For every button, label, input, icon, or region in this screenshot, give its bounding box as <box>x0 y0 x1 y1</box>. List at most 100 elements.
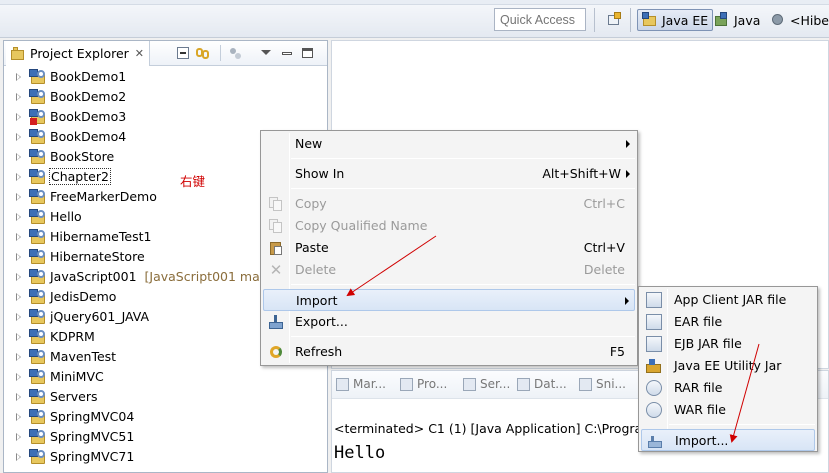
expand-arrow-icon[interactable] <box>16 293 21 301</box>
perspective-hibernate[interactable]: <Hiber <box>770 9 829 31</box>
project-tree-item[interactable]: SpringMVC04 <box>4 407 327 427</box>
project-name: BookDemo4 <box>50 129 127 144</box>
minimize-icon[interactable] <box>279 45 295 61</box>
project-tree-item[interactable]: Servers <box>4 387 327 407</box>
project-tree-item[interactable]: BookDemo1 <box>4 67 327 87</box>
expand-arrow-icon[interactable] <box>16 213 21 221</box>
context-menu: New Show In Alt+Shift+W Copy Ctrl+C Copy… <box>260 130 638 366</box>
tab-properties[interactable]: Pro... <box>400 377 447 391</box>
submenu-item-app-client-jar[interactable]: App Client JAR file <box>641 289 815 311</box>
tab-label: Dat... <box>534 377 567 391</box>
ejb-jar-file-icon <box>646 336 662 352</box>
hibernate-perspective-icon <box>770 12 786 28</box>
expand-arrow-icon[interactable] <box>16 73 21 81</box>
expand-arrow-icon[interactable] <box>16 253 21 261</box>
menu-item-refresh[interactable]: Refresh F5 <box>263 341 635 363</box>
expand-arrow-icon[interactable] <box>16 313 21 321</box>
java-ee-utility-jar-icon <box>646 358 662 374</box>
tab-servers[interactable]: Ser... <box>463 377 510 391</box>
menu-item-show-in[interactable]: Show In Alt+Shift+W <box>263 163 635 185</box>
project-icon <box>29 309 46 325</box>
project-tree-item[interactable]: MiniMVC <box>4 367 327 387</box>
link-with-editor-icon[interactable] <box>195 45 211 61</box>
expand-arrow-icon[interactable] <box>16 273 21 281</box>
menu-item-accelerator: Alt+Shift+W <box>542 166 621 181</box>
close-icon[interactable]: ✕ <box>135 47 144 60</box>
tab-label: Pro... <box>417 377 448 391</box>
submenu-arrow-icon <box>626 140 630 148</box>
expand-arrow-icon[interactable] <box>16 433 21 441</box>
submenu-item-war-file[interactable]: WAR file <box>641 399 815 421</box>
project-icon <box>29 209 46 225</box>
project-label: jQuery601_JAVA <box>50 309 149 324</box>
project-label: BookDemo3 <box>50 109 126 124</box>
project-icon <box>29 129 46 145</box>
project-tree-item[interactable]: BookDemo2 <box>4 87 327 107</box>
perspective-java-ee[interactable]: Java EE <box>637 9 714 31</box>
quick-access-input[interactable] <box>494 8 586 31</box>
collapse-all-icon[interactable] <box>175 45 191 61</box>
project-tree-item[interactable]: SpringMVC71 <box>4 447 327 467</box>
toolbar-separator <box>594 8 595 32</box>
menu-item-copy[interactable]: Copy Ctrl+C <box>263 193 635 215</box>
project-tree-item[interactable]: SpringMVC51 <box>4 427 327 447</box>
submenu-item-rar-file[interactable]: RAR file <box>641 377 815 399</box>
tab-label: Mar... <box>353 377 386 391</box>
submenu-item-import-wizard[interactable]: Import... <box>641 429 815 451</box>
menu-item-label: Delete <box>295 262 337 277</box>
open-perspective-icon <box>606 12 622 28</box>
project-tree-item[interactable]: BookDemo3 <box>4 107 327 127</box>
submenu-item-ear-file[interactable]: EAR file <box>641 311 815 333</box>
project-label: Chapter2 <box>49 168 111 185</box>
expand-arrow-icon[interactable] <box>16 173 21 181</box>
project-explorer-header: Project Explorer ✕ <box>4 41 327 66</box>
project-name: jQuery601_JAVA <box>50 309 150 324</box>
project-icon <box>29 189 46 205</box>
expand-arrow-icon[interactable] <box>16 353 21 361</box>
submenu-item-java-ee-utility-jar[interactable]: Java EE Utility Jar <box>641 355 815 377</box>
menu-item-import[interactable]: Import <box>263 289 635 311</box>
menu-item-new[interactable]: New <box>263 133 635 155</box>
expand-arrow-icon[interactable] <box>16 93 21 101</box>
expand-arrow-icon[interactable] <box>16 233 21 241</box>
expand-arrow-icon[interactable] <box>16 333 21 341</box>
project-label: SpringMVC04 <box>50 409 134 424</box>
project-icon <box>29 369 46 385</box>
expand-arrow-icon[interactable] <box>16 133 21 141</box>
project-explorer-tab[interactable]: Project Explorer ✕ <box>6 41 150 66</box>
expand-arrow-icon[interactable] <box>16 413 21 421</box>
expand-arrow-icon[interactable] <box>16 453 21 461</box>
tab-snippets[interactable]: Sni... <box>579 377 626 391</box>
open-perspective-button[interactable] <box>606 9 626 31</box>
tab-markers[interactable]: Mar... <box>336 377 386 391</box>
snippets-icon <box>579 377 592 391</box>
project-icon <box>29 429 46 445</box>
project-name: HibernateStore <box>50 249 145 264</box>
tab-data-source[interactable]: Dat... <box>517 377 567 391</box>
expand-arrow-icon[interactable] <box>16 193 21 201</box>
ear-file-icon <box>646 314 662 330</box>
submenu-item-ejb-jar-file[interactable]: EJB JAR file <box>641 333 815 355</box>
expand-arrow-icon[interactable] <box>16 153 21 161</box>
expand-arrow-icon[interactable] <box>16 393 21 401</box>
menu-item-paste[interactable]: Paste Ctrl+V <box>263 237 635 259</box>
project-explorer-title: Project Explorer <box>30 46 129 61</box>
maximize-icon[interactable] <box>300 45 316 61</box>
expand-arrow-icon[interactable] <box>16 373 21 381</box>
submenu-item-label: WAR file <box>674 402 726 417</box>
view-menu-icon[interactable] <box>258 45 274 61</box>
menu-item-export[interactable]: Export... <box>263 311 635 333</box>
project-label: Hello <box>50 209 82 224</box>
menu-item-delete[interactable]: ✕ Delete Delete <box>263 259 635 281</box>
filter-icon[interactable] <box>227 45 243 61</box>
perspective-java[interactable]: Java <box>714 9 760 31</box>
menu-item-label: Copy <box>295 196 327 211</box>
expand-arrow-icon[interactable] <box>16 113 21 121</box>
menu-item-accelerator: Ctrl+V <box>583 240 625 255</box>
project-name: BookDemo3 <box>50 109 127 124</box>
import-submenu: App Client JAR file EAR file EJB JAR fil… <box>638 286 818 452</box>
project-icon <box>29 109 46 125</box>
project-icon <box>29 229 46 245</box>
menu-item-copy-qualified-name[interactable]: Copy Qualified Name <box>263 215 635 237</box>
project-icon <box>29 169 46 185</box>
